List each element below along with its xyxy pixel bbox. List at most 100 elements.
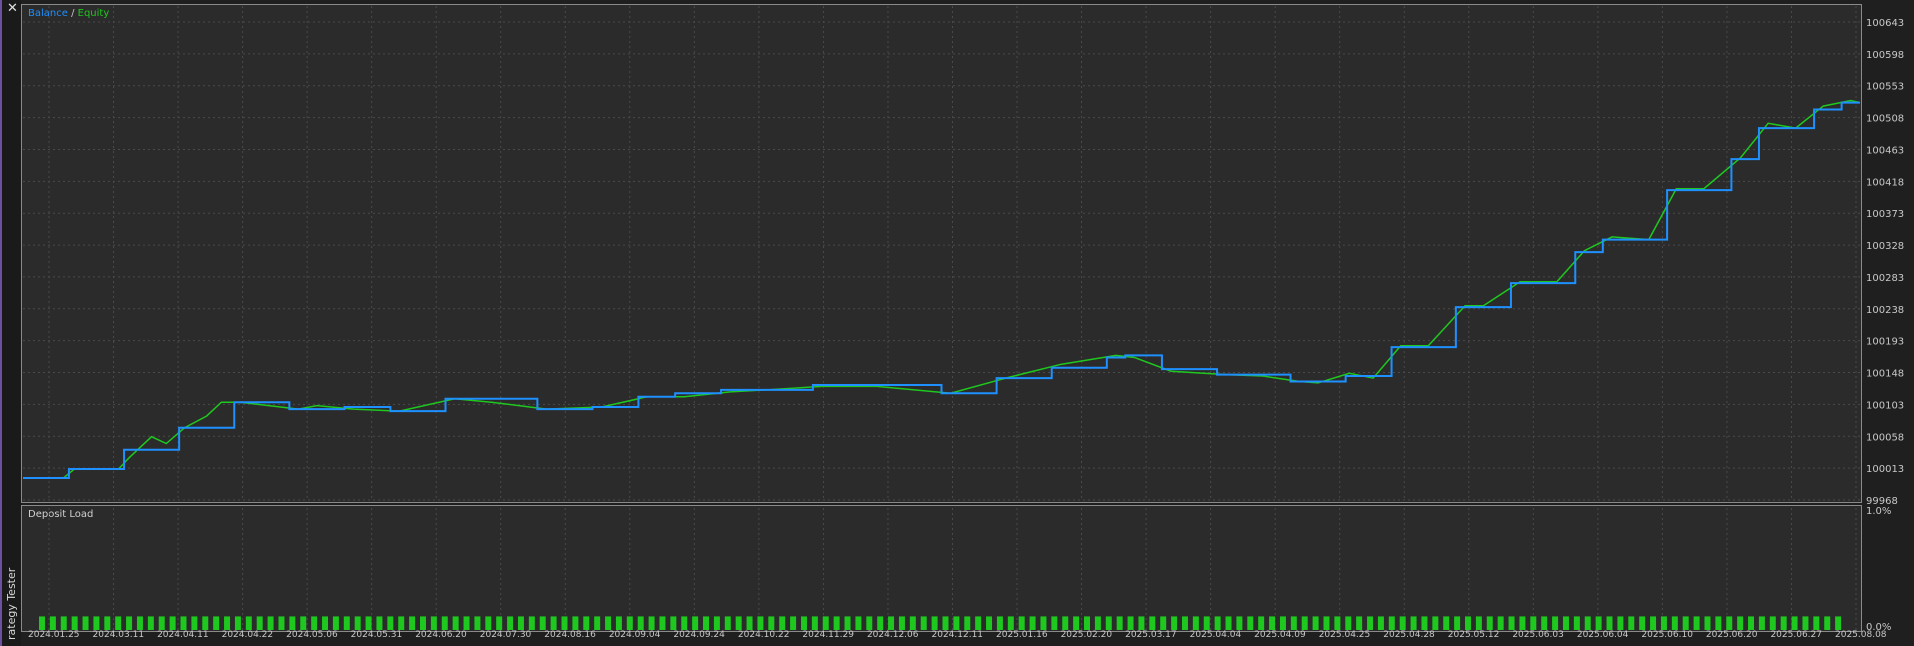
deposit-load-bar [1486,616,1493,630]
x-tick-label: 2025.06.27 [1770,630,1822,640]
deposit-load-bar [1073,616,1080,630]
y-tick-label: 100103 [1866,400,1904,411]
deposit-load-bar [1824,616,1831,630]
deposit-load-bar [115,616,122,630]
deposit-load-bar [877,616,884,630]
deposit-load-bar [136,616,143,630]
x-tick-label: 2025.06.03 [1512,630,1564,640]
x-tick-label: 2025.06.10 [1641,630,1693,640]
y-tick-label: 100508 [1866,114,1904,125]
deposit-load-bar [1367,616,1374,630]
deposit-load-bar [485,616,492,630]
deposit-load-bar [398,616,405,630]
deposit-load-bar [1454,616,1461,630]
deposit-load-bar [964,616,971,630]
deposit-load-bar [452,616,459,630]
deposit-load-bar [724,616,731,630]
y-tick-label: 100328 [1866,241,1904,252]
y-tick-label: 100148 [1866,369,1904,380]
deposit-load-bar [648,616,655,630]
deposit-load-bar [1780,616,1787,630]
deposit-load-bar [82,616,89,630]
deposit-load-bar [1508,616,1515,630]
deposit-load-bar [1323,616,1330,630]
deposit-load-bar [822,616,829,630]
deposit-load-bar [463,616,470,630]
deposit-load-bar [169,616,176,630]
deposit-load-bar [474,616,481,630]
deposit-load-bar [517,616,524,630]
deposit-load-bar [1279,616,1286,630]
deposit-load-bar [1617,616,1624,630]
deposit-load-bar [365,616,372,630]
deposit-load-bar [1791,616,1798,630]
deposit-load-bar [909,616,916,630]
y-tick-label: 100283 [1866,273,1904,284]
x-tick-label: 2024.01.25 [28,630,80,640]
y-tick-label: 100013 [1866,464,1904,475]
deposit-load-bar [1704,616,1711,630]
x-tick-label: 2024.12.11 [932,630,984,640]
x-tick-label: 2025.02.20 [1061,630,1113,640]
deposit-load-bar [953,616,960,630]
deposit-load-bar [703,616,710,630]
deposit-load-bar [1671,616,1678,630]
x-tick-label: 2025.06.20 [1706,630,1758,640]
deposit-load-bar [1584,616,1591,630]
deposit-load-bar [213,616,220,630]
deposit-load-bar [1682,616,1689,630]
deposit-load-bar [1519,616,1526,630]
deposit-load-bar [996,616,1003,630]
deposit-load-bar [1573,616,1580,630]
x-tick-label: 2024.12.06 [867,630,919,640]
deposit-load-bar [800,616,807,630]
deposit-load-bar [1301,616,1308,630]
x-tick-label: 2024.06.20 [415,630,467,640]
deposit-load-bar [311,616,318,630]
deposit-load-bar [1650,616,1657,630]
deposit-load-bar [256,616,263,630]
deposit-load-bar [1138,616,1145,630]
deposit-load-bar [888,616,895,630]
deposit-load-bar [1715,616,1722,630]
deposit-load-bar [1726,616,1733,630]
deposit-load-bar [39,616,45,630]
deposit-load-bar [920,616,927,630]
strategy-tester-window: ✕ rategy Tester Balance / Equity Deposit… [0,0,1914,646]
deposit-load-bar [866,616,873,630]
deposit-load-bar [1018,616,1025,630]
deposit-load-bar [746,616,753,630]
deposit-load-bar [1562,616,1569,630]
deposit-load-bar [528,616,535,630]
deposit-load-bar [376,616,383,630]
y-tick-label: 100553 [1866,82,1904,93]
deposit-load-bar [1269,616,1276,630]
deposit-load-bar [931,616,938,630]
deposit-load-bar [93,616,100,630]
deposit-load-bar [779,616,786,630]
deposit-load-bar [1432,616,1439,630]
deposit-load-bar [104,616,111,630]
deposit-load-bar [1247,616,1254,630]
deposit-load-bar [1737,616,1744,630]
deposit-load-bar [245,616,252,630]
deposit-load-bar [1802,616,1809,630]
x-tick-label: 2025.04.25 [1319,630,1371,640]
deposit-load-bar [1377,616,1384,630]
deposit-load-bar [202,616,209,630]
x-tick-label: 2024.07.30 [480,630,532,640]
deposit-load-bar [1465,616,1471,630]
deposit-load-bar [1236,616,1243,630]
deposit-load-bar [1105,616,1112,630]
deposit-load-bar [430,616,437,630]
deposit-load-bar [1181,616,1188,630]
deposit-load-bar [71,616,78,630]
deposit-load-bar [1345,616,1352,630]
deposit-load-bar [1835,616,1842,630]
deposit-load-bar [681,616,688,630]
deposit-load-bar [844,616,851,630]
x-tick-label: 2025.05.12 [1448,630,1500,640]
deposit-load-bar [1334,616,1341,630]
deposit-load-bar [550,616,557,630]
deposit-load-bar [605,616,612,630]
